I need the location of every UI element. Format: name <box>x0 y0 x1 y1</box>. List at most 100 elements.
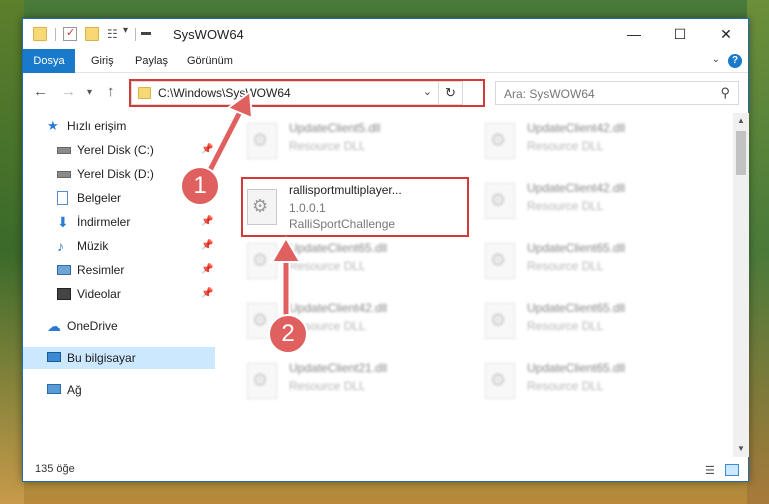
scroll-up-icon[interactable]: ▲ <box>733 113 749 129</box>
sidebar-item-disk-c[interactable]: Yerel Disk (C:) 📌 <box>23 139 215 161</box>
file-description: Resource DLL <box>527 199 604 213</box>
file-name: UpdateClient42.dll <box>289 301 388 315</box>
details-view-icon[interactable]: ☰ <box>705 464 719 477</box>
sidebar-item-quick-access[interactable]: ★ Hızlı erişim <box>23 115 215 137</box>
close-button[interactable]: ✕ <box>703 19 749 49</box>
documents-icon <box>57 191 68 205</box>
computer-icon <box>47 352 61 362</box>
file-name: UpdateClient65.dll <box>289 241 388 255</box>
file-name: UpdateClient42.dll <box>527 181 626 195</box>
list-item[interactable]: UpdateClient65.dll Resource DLL <box>481 355 701 407</box>
status-bar: 135 öğe ☰ <box>23 459 748 481</box>
sidebar-item-pictures[interactable]: Resimler 📌 <box>23 259 215 281</box>
sidebar-item-label: Ağ <box>67 383 82 397</box>
tiles-view-icon[interactable] <box>725 464 739 476</box>
tab-view[interactable]: Görünüm <box>179 49 241 73</box>
sidebar-item-label: Videolar <box>77 287 121 301</box>
file-list: UpdateClient5.dll Resource DLL UpdateCli… <box>223 113 729 457</box>
forward-arrow-icon[interactable]: → <box>61 83 76 100</box>
back-arrow-icon[interactable]: ← <box>33 83 48 100</box>
file-description: Resource DLL <box>527 139 604 153</box>
network-icon <box>47 384 61 394</box>
explorer-window: ✓ ☷ ▾ ▬ SysWOW64 — ☐ ✕ Dosya Giriş Payla… <box>22 18 749 482</box>
view-options-icon[interactable]: ☷ <box>107 27 121 41</box>
list-item[interactable]: UpdateClient65.dll Resource DLL <box>243 235 463 287</box>
refresh-icon[interactable]: ↻ <box>438 82 462 104</box>
dll-file-icon <box>247 189 277 225</box>
customize-quick-access-icon[interactable]: ▬ <box>141 27 151 38</box>
dll-file-icon <box>247 243 277 279</box>
sidebar-item-music[interactable]: ♪ Müzik 📌 <box>23 235 215 257</box>
separator <box>135 28 136 41</box>
star-icon: ★ <box>47 118 59 133</box>
sidebar-item-label: Hızlı erişim <box>67 119 127 133</box>
minimize-button[interactable]: — <box>611 19 657 49</box>
list-item[interactable]: UpdateClient65.dll Resource DLL <box>481 295 701 347</box>
help-icon[interactable]: ? <box>728 54 742 68</box>
ribbon-tabs: Dosya Giriş Paylaş Görünüm ⌄ ? <box>23 49 748 73</box>
file-name: rallisportmultiplayer... <box>289 183 402 197</box>
search-icon[interactable]: ⚲ <box>720 85 730 101</box>
dll-file-icon <box>485 183 515 219</box>
tab-home[interactable]: Giriş <box>83 49 122 73</box>
sidebar-item-this-pc[interactable]: Bu bilgisayar <box>23 347 215 369</box>
pin-icon: 📌 <box>201 216 214 227</box>
list-item[interactable]: UpdateClient42.dll Resource DLL <box>481 115 701 167</box>
new-folder-icon[interactable] <box>85 27 99 41</box>
dll-file-icon <box>247 363 277 399</box>
maximize-button[interactable]: ☐ <box>657 19 703 49</box>
list-item[interactable]: UpdateClient42.dll Resource DLL <box>481 175 701 227</box>
up-arrow-icon[interactable]: ↑ <box>107 83 115 100</box>
chevron-down-icon[interactable]: ▾ <box>123 25 128 36</box>
sidebar-item-onedrive[interactable]: ☁ OneDrive <box>23 315 215 337</box>
list-item[interactable]: UpdateClient21.dll Resource DLL <box>243 355 463 407</box>
search-input[interactable]: Ara: SysWOW64 <box>504 87 595 101</box>
sidebar-item-label: Belgeler <box>77 191 122 205</box>
sidebar-item-label: Resimler <box>77 263 125 277</box>
sidebar-item-label: OneDrive <box>67 319 118 333</box>
list-item[interactable]: rallisportmultiplayer... 1.0.0.1 RalliSp… <box>243 181 463 233</box>
sidebar-item-network[interactable]: Ağ <box>23 379 215 401</box>
title-bar: ✓ ☷ ▾ ▬ SysWOW64 — ☐ ✕ <box>23 19 748 49</box>
desktop-background-left <box>0 0 24 504</box>
file-description: Resource DLL <box>289 139 366 153</box>
tab-share[interactable]: Paylaş <box>127 49 176 73</box>
expand-ribbon-icon[interactable]: ⌄ <box>712 54 720 65</box>
address-path[interactable]: C:\Windows\SysWOW64 <box>158 86 291 100</box>
file-name: UpdateClient65.dll <box>527 361 626 375</box>
drive-icon <box>57 171 71 178</box>
item-count: 135 öğe <box>35 463 75 475</box>
sidebar-item-downloads[interactable]: ⬇ İndirmeler 📌 <box>23 211 215 233</box>
chevron-down-icon[interactable]: ⌄ <box>423 85 432 98</box>
scroll-down-icon[interactable]: ▼ <box>733 441 749 457</box>
file-name: UpdateClient42.dll <box>527 121 626 135</box>
tab-file[interactable]: Dosya <box>23 49 75 73</box>
vertical-scrollbar[interactable]: ▲ ▼ <box>733 113 749 457</box>
navigation-pane: ★ Hızlı erişim Yerel Disk (C:) 📌 Yerel D… <box>23 113 215 457</box>
highlighted-file-item[interactable]: rallisportmultiplayer... 1.0.0.1 RalliSp… <box>241 177 469 237</box>
dll-file-icon <box>485 243 515 279</box>
search-box[interactable]: Ara: SysWOW64 ⚲ <box>495 81 739 105</box>
folder-icon <box>33 27 47 41</box>
address-bar[interactable]: C:\Windows\SysWOW64 ⌄ ↻ <box>131 81 463 105</box>
list-item[interactable]: UpdateClient5.dll Resource DLL <box>243 115 463 167</box>
pin-icon: 📌 <box>201 144 214 155</box>
pin-icon: 📌 <box>201 264 214 275</box>
window-title: SysWOW64 <box>173 27 244 42</box>
file-description: Resource DLL <box>527 319 604 333</box>
folder-icon <box>138 87 151 99</box>
sidebar-item-label: Bu bilgisayar <box>67 351 136 365</box>
step-badge-1: 1 <box>180 166 220 206</box>
scroll-thumb[interactable] <box>736 131 746 175</box>
sidebar-item-videos[interactable]: Videolar 📌 <box>23 283 215 305</box>
file-description: Resource DLL <box>289 259 366 273</box>
desktop-background-right <box>747 0 769 504</box>
properties-icon[interactable]: ✓ <box>63 27 77 41</box>
list-item[interactable]: UpdateClient65.dll Resource DLL <box>481 235 701 287</box>
recent-locations-icon[interactable]: ▾ <box>87 87 92 98</box>
videos-icon <box>57 288 71 300</box>
file-version: 1.0.0.1 <box>289 201 326 215</box>
dll-file-icon <box>247 123 277 159</box>
download-icon: ⬇ <box>57 214 69 230</box>
music-icon: ♪ <box>57 238 64 254</box>
